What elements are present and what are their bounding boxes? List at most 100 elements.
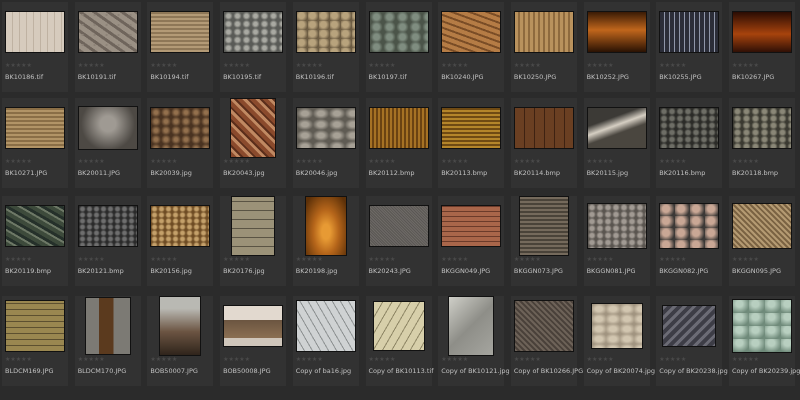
thumbnail-item[interactable]: ★★★★★ BKGGN095.JPG xyxy=(729,196,795,286)
thumbnail-item[interactable]: ★★★★★ Copy of BK10113.tif xyxy=(365,296,434,386)
rating-stars-icon[interactable]: ★★★★★ xyxy=(514,63,541,69)
thumbnail-item[interactable]: ★★★★★ BK20176.jpg xyxy=(220,196,287,286)
thumbnail-item[interactable]: ★★★★★ BK20116.bmp xyxy=(656,98,723,188)
rating-stars-icon[interactable]: ★★★★★ xyxy=(296,357,323,363)
rating-stars-icon[interactable]: ★★★★★ xyxy=(659,159,686,165)
thumbnail-image[interactable] xyxy=(224,12,283,52)
thumbnail-image[interactable] xyxy=(587,204,646,248)
thumbnail-item[interactable]: ★★★★★ BK10250.JPG xyxy=(510,2,577,92)
rating-stars-icon[interactable]: ★★★★★ xyxy=(296,63,323,69)
rating-stars-icon[interactable]: ★★★★★ xyxy=(441,63,468,69)
thumbnail-item[interactable]: ★★★★★ BKGGN073.JPG xyxy=(510,196,577,286)
rating-stars-icon[interactable]: ★★★★★ xyxy=(732,63,759,69)
thumbnail-image[interactable] xyxy=(305,197,346,255)
thumbnail-image[interactable] xyxy=(514,12,573,52)
thumbnail-item[interactable]: ★★★★★ BKGGN082.JPG xyxy=(656,196,723,286)
rating-stars-icon[interactable]: ★★★★★ xyxy=(587,159,614,165)
rating-stars-icon[interactable]: ★★★★★ xyxy=(296,159,323,165)
thumbnail-image[interactable] xyxy=(369,108,428,148)
rating-stars-icon[interactable]: ★★★★★ xyxy=(732,357,759,363)
thumbnail-item[interactable]: ★★★★★ BKGGN081.JPG xyxy=(583,196,650,286)
thumbnail-item[interactable]: ★★★★★ Copy of BK20238.jpg xyxy=(656,296,728,386)
thumbnail-item[interactable]: ★★★★★ BK10271.JPG xyxy=(2,98,68,188)
thumbnail-item[interactable]: ★★★★★ BK20011.JPG xyxy=(74,98,141,188)
thumbnail-item[interactable]: ★★★★★ BK10252.JPG xyxy=(583,2,650,92)
thumbnail-image[interactable] xyxy=(591,304,642,348)
rating-stars-icon[interactable]: ★★★★★ xyxy=(369,159,396,165)
thumbnail-image[interactable] xyxy=(6,301,64,351)
rating-stars-icon[interactable]: ★★★★★ xyxy=(369,63,396,69)
thumbnail-image[interactable] xyxy=(151,206,210,246)
thumbnail-image[interactable] xyxy=(369,206,428,246)
thumbnail-item[interactable]: ★★★★★ BK20112.bmp xyxy=(365,98,432,188)
rating-stars-icon[interactable]: ★★★★★ xyxy=(441,257,468,263)
thumbnail-image[interactable] xyxy=(6,12,64,52)
thumbnail-item[interactable]: ★★★★★ BK20114.bmp xyxy=(510,98,577,188)
thumbnail-item[interactable]: ★★★★★ BK20113.bmp xyxy=(438,98,505,188)
thumbnail-image[interactable] xyxy=(232,197,275,255)
thumbnail-item[interactable]: ★★★★★ BK20121.bmp xyxy=(74,196,141,286)
thumbnail-item[interactable]: ★★★★★ BK20198.jpg xyxy=(292,196,359,286)
thumbnail-image[interactable] xyxy=(296,301,355,351)
thumbnail-item[interactable]: ★★★★★ BKGGN049.JPG xyxy=(438,196,505,286)
rating-stars-icon[interactable]: ★★★★★ xyxy=(223,357,250,363)
thumbnail-image[interactable] xyxy=(78,12,137,52)
thumbnail-item[interactable]: ★★★★★ BK20243.JPG xyxy=(365,196,432,286)
thumbnail-item[interactable]: ★★★★★ BK20156.jpg xyxy=(147,196,214,286)
thumbnail-item[interactable]: ★★★★★ BK10240.JPG xyxy=(438,2,505,92)
thumbnail-image[interactable] xyxy=(660,108,719,148)
rating-stars-icon[interactable]: ★★★★★ xyxy=(296,257,323,263)
thumbnail-item[interactable]: ★★★★★ Copy of BK20074.jpg xyxy=(583,296,655,386)
thumbnail-item[interactable]: ★★★★★ BK10196.tif xyxy=(292,2,359,92)
rating-stars-icon[interactable]: ★★★★★ xyxy=(150,63,177,69)
rating-stars-icon[interactable]: ★★★★★ xyxy=(5,159,32,165)
thumbnail-image[interactable] xyxy=(296,12,355,52)
thumbnail-image[interactable] xyxy=(6,108,64,148)
thumbnail-image[interactable] xyxy=(369,12,428,52)
thumbnail-item[interactable]: ★★★★★ BK10255.JPG xyxy=(656,2,723,92)
thumbnail-image[interactable] xyxy=(519,197,568,255)
rating-stars-icon[interactable]: ★★★★★ xyxy=(587,63,614,69)
thumbnail-image[interactable] xyxy=(442,206,501,246)
thumbnail-item[interactable]: ★★★★★ BK10197.tif xyxy=(365,2,432,92)
thumbnail-item[interactable]: ★★★★★ BK10267.JPG xyxy=(729,2,795,92)
thumbnail-item[interactable]: ★★★★★ Copy of BK10121.jpg xyxy=(438,296,510,386)
thumbnail-item[interactable]: ★★★★★ Copy of BK10266.JPG xyxy=(510,296,583,386)
thumbnail-item[interactable]: ★★★★★ BK20046.jpg xyxy=(292,98,359,188)
rating-stars-icon[interactable]: ★★★★★ xyxy=(150,159,177,165)
thumbnail-image[interactable] xyxy=(6,206,64,246)
rating-stars-icon[interactable]: ★★★★★ xyxy=(5,257,32,263)
thumbnail-image[interactable] xyxy=(78,107,137,149)
rating-stars-icon[interactable]: ★★★★★ xyxy=(78,257,105,263)
thumbnail-image[interactable] xyxy=(587,108,646,148)
rating-stars-icon[interactable]: ★★★★★ xyxy=(78,63,105,69)
thumbnail-image[interactable] xyxy=(373,302,424,350)
thumbnail-image[interactable] xyxy=(587,12,646,52)
thumbnail-image[interactable] xyxy=(733,204,791,248)
thumbnail-image[interactable] xyxy=(514,301,573,351)
thumbnail-item[interactable]: ★★★★★ BK20039.jpg xyxy=(147,98,214,188)
thumbnail-image[interactable] xyxy=(296,108,355,148)
thumbnail-item[interactable]: ★★★★★ BOB50008.JPG xyxy=(220,296,287,386)
rating-stars-icon[interactable]: ★★★★★ xyxy=(369,357,396,363)
thumbnail-image[interactable] xyxy=(151,12,210,52)
thumbnail-item[interactable]: ★★★★★ BOB50007.JPG xyxy=(147,296,214,386)
thumbnail-item[interactable]: ★★★★★ Copy of BK20239.jpg xyxy=(729,296,800,386)
rating-stars-icon[interactable]: ★★★★★ xyxy=(732,159,759,165)
rating-stars-icon[interactable]: ★★★★★ xyxy=(223,159,250,165)
thumbnail-image[interactable] xyxy=(514,108,573,148)
rating-stars-icon[interactable]: ★★★★★ xyxy=(587,257,614,263)
rating-stars-icon[interactable]: ★★★★★ xyxy=(78,159,105,165)
rating-stars-icon[interactable]: ★★★★★ xyxy=(223,63,250,69)
thumbnail-image[interactable] xyxy=(442,12,501,52)
thumbnail-item[interactable]: ★★★★★ BK20115.jpg xyxy=(583,98,650,188)
rating-stars-icon[interactable]: ★★★★★ xyxy=(441,159,468,165)
rating-stars-icon[interactable]: ★★★★★ xyxy=(659,357,686,363)
thumbnail-item[interactable]: ★★★★★ BK10194.tif xyxy=(147,2,214,92)
thumbnail-item[interactable]: ★★★★★ BLDCM170.JPG xyxy=(74,296,141,386)
thumbnail-image[interactable] xyxy=(733,108,791,148)
rating-stars-icon[interactable]: ★★★★★ xyxy=(441,357,468,363)
thumbnail-image[interactable] xyxy=(151,108,210,148)
rating-stars-icon[interactable]: ★★★★★ xyxy=(659,257,686,263)
rating-stars-icon[interactable]: ★★★★★ xyxy=(150,257,177,263)
